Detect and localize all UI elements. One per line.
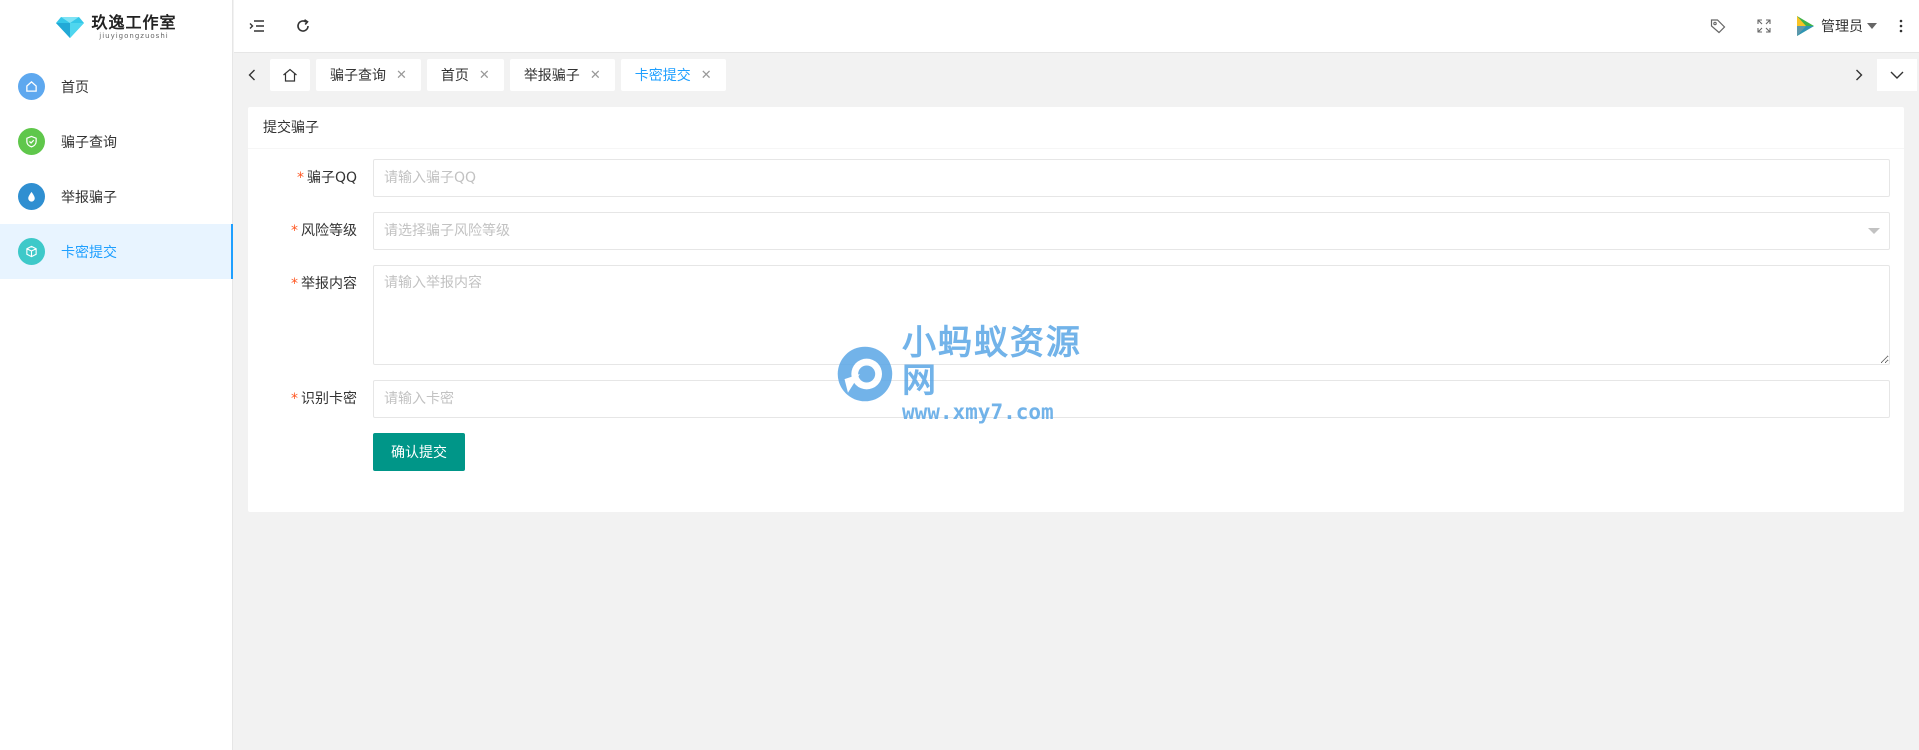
user-menu[interactable]: 管理员 bbox=[1787, 0, 1883, 53]
sidebar-item-home[interactable]: 首页 bbox=[0, 59, 232, 114]
sidebar-menu: 首页 骗子查询 举报骗子 卡密提交 bbox=[0, 59, 233, 279]
tab-scammer-query[interactable]: 骗子查询 ✕ bbox=[316, 59, 421, 91]
tab-label: 首页 bbox=[440, 68, 469, 84]
user-name: 管理员 bbox=[1821, 19, 1863, 35]
cube-icon bbox=[18, 238, 45, 265]
chevron-right-icon bbox=[1856, 69, 1863, 81]
content-label-text: 举报内容 bbox=[301, 276, 357, 292]
tabs-list: 骗子查询 ✕ 首页 ✕ 举报骗子 ✕ 卡密提交 ✕ bbox=[270, 59, 1841, 91]
sidebar-item-label: 骗子查询 bbox=[61, 134, 117, 151]
risk-label-text: 风险等级 bbox=[301, 223, 357, 239]
sidebar-item-card-submit[interactable]: 卡密提交 bbox=[0, 224, 233, 279]
diamond-logo-icon bbox=[56, 16, 85, 38]
caret-down-icon bbox=[1867, 23, 1877, 29]
sidebar-item-label: 卡密提交 bbox=[61, 244, 117, 261]
home-icon bbox=[18, 73, 45, 100]
confirm-submit-button[interactable]: 确认提交 bbox=[373, 433, 465, 471]
tab-card-submit[interactable]: 卡密提交 ✕ bbox=[620, 59, 726, 91]
tab-label: 举报骗子 bbox=[523, 68, 580, 84]
card-code-input[interactable] bbox=[373, 380, 1890, 418]
top-header: 管理员 bbox=[234, 0, 1919, 53]
more-button[interactable] bbox=[1883, 0, 1919, 53]
logo-text: 玖逸工作室 jiuyigongzuoshi bbox=[91, 12, 177, 40]
logo-title: 玖逸工作室 bbox=[91, 12, 177, 32]
code-label-text: 识别卡密 bbox=[301, 391, 357, 407]
tabs-bar: 骗子查询 ✕ 首页 ✕ 举报骗子 ✕ 卡密提交 ✕ bbox=[234, 54, 1919, 96]
qq-label-text: 骗子QQ bbox=[306, 170, 357, 186]
content-label: * 举报内容 bbox=[248, 265, 373, 303]
refresh-button[interactable] bbox=[280, 0, 326, 53]
watermark-title: 小蚂蚁资源网 bbox=[901, 323, 1082, 401]
caret-down-icon bbox=[1868, 228, 1880, 234]
watermark-url: www.xmy7.com bbox=[901, 400, 1054, 424]
tabs-scroll-left-button[interactable] bbox=[234, 54, 270, 96]
tab-label: 卡密提交 bbox=[634, 68, 691, 84]
ant-logo-icon bbox=[837, 346, 893, 402]
qq-input[interactable] bbox=[373, 159, 1890, 197]
watermark-text: 小蚂蚁资源网 www.xmy7.com bbox=[902, 324, 1086, 424]
sidebar-item-scammer-query[interactable]: 骗子查询 bbox=[0, 114, 232, 169]
form-row-risk: * 风险等级 bbox=[248, 212, 1904, 250]
qq-label: * 骗子QQ bbox=[248, 159, 373, 197]
tab-label: 骗子查询 bbox=[330, 68, 386, 84]
drop-icon bbox=[18, 183, 45, 210]
close-icon[interactable]: ✕ bbox=[590, 68, 601, 83]
chevron-down-icon bbox=[1890, 71, 1904, 79]
required-mark: * bbox=[291, 276, 298, 292]
code-label: * 识别卡密 bbox=[248, 380, 373, 418]
more-vertical-icon bbox=[1899, 19, 1903, 33]
sidebar-item-report-scammer[interactable]: 举报骗子 bbox=[0, 169, 232, 224]
refresh-icon bbox=[297, 19, 309, 32]
tab-home[interactable]: 首页 ✕ bbox=[426, 59, 504, 91]
logo[interactable]: 玖逸工作室 jiuyigongzuoshi bbox=[0, 0, 232, 53]
fullscreen-icon bbox=[1757, 19, 1771, 33]
sidebar: 玖逸工作室 jiuyigongzuoshi 首页 骗子查询 举报骗子 卡密提交 bbox=[0, 0, 233, 750]
home-icon bbox=[283, 68, 297, 82]
risk-select[interactable] bbox=[373, 212, 1890, 250]
form-row-qq: * 骗子QQ bbox=[248, 159, 1904, 197]
risk-select-input[interactable] bbox=[373, 212, 1890, 250]
header-right: 管理员 bbox=[1695, 0, 1919, 53]
tabs-scroll-right-button[interactable] bbox=[1841, 54, 1877, 96]
tag-icon bbox=[1710, 19, 1726, 34]
close-icon[interactable]: ✕ bbox=[396, 68, 407, 83]
risk-label: * 风险等级 bbox=[248, 212, 373, 250]
collapse-menu-button[interactable] bbox=[234, 0, 280, 53]
tab-home-icon-button[interactable] bbox=[270, 59, 310, 91]
required-mark: * bbox=[296, 170, 304, 186]
sidebar-item-label: 举报骗子 bbox=[61, 189, 117, 206]
report-content-textarea[interactable] bbox=[373, 265, 1890, 365]
card-title: 提交骗子 bbox=[248, 107, 1904, 149]
theme-tag-button[interactable] bbox=[1695, 0, 1741, 53]
fullscreen-button[interactable] bbox=[1741, 0, 1787, 53]
tabs-right-controls bbox=[1841, 54, 1919, 96]
required-mark: * bbox=[291, 223, 298, 239]
watermark: 小蚂蚁资源网 www.xmy7.com bbox=[836, 324, 1086, 424]
indent-icon bbox=[249, 20, 264, 32]
avatar bbox=[1797, 16, 1814, 36]
submit-scammer-card: 提交骗子 *骗子QQ *风险等级 *举报内容 *识别卡密 确认提交 bbox=[248, 107, 1904, 512]
required-mark: * bbox=[291, 391, 298, 407]
chevron-left-icon bbox=[248, 69, 255, 81]
tabs-dropdown-button[interactable] bbox=[1877, 59, 1917, 91]
sidebar-item-label: 首页 bbox=[61, 79, 89, 96]
tab-report-scammer[interactable]: 举报骗子 ✕ bbox=[509, 59, 615, 91]
close-icon[interactable]: ✕ bbox=[701, 68, 712, 83]
shield-check-icon bbox=[18, 128, 45, 155]
logo-subtitle: jiuyigongzuoshi bbox=[99, 31, 169, 40]
close-icon[interactable]: ✕ bbox=[479, 68, 490, 83]
